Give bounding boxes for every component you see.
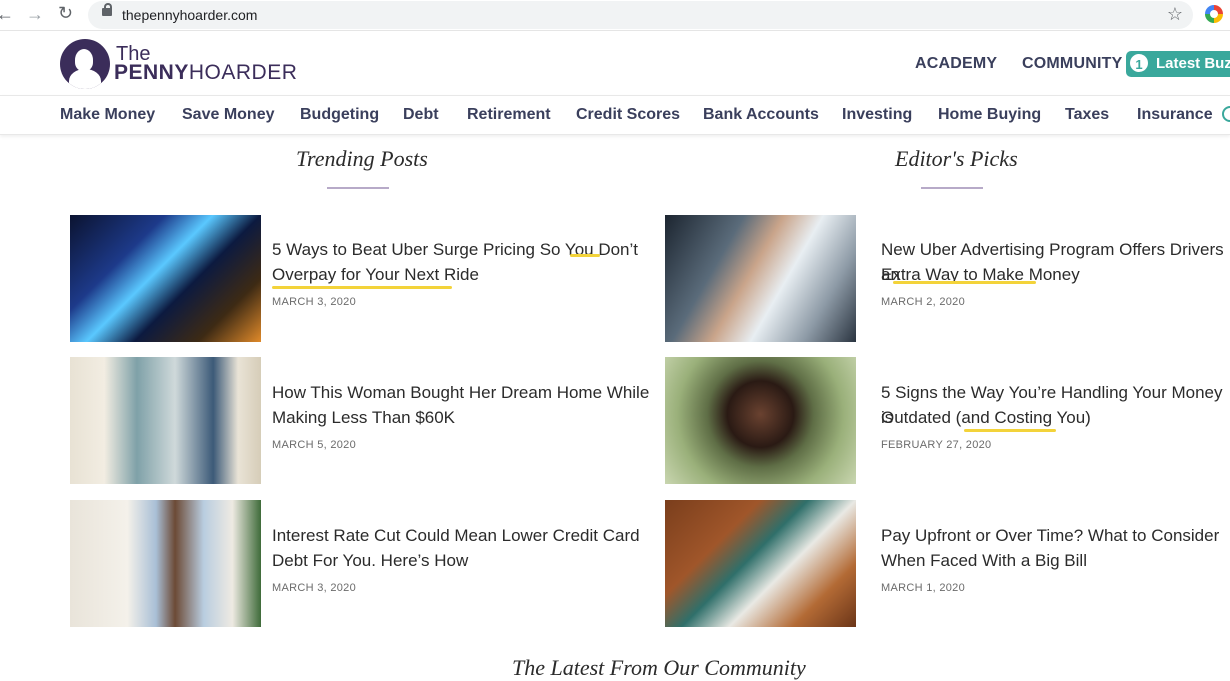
article-thumbnail[interactable] <box>70 500 261 627</box>
address-bar[interactable]: thepennyhoarder.com ☆ <box>88 1 1193 29</box>
buzz-label: Latest Buzz <box>1156 55 1230 72</box>
cat-bank-accounts[interactable]: Bank Accounts <box>703 106 819 124</box>
logo-portrait-icon[interactable] <box>60 39 110 89</box>
trending-divider <box>327 187 389 189</box>
logo-penny: PENNY <box>114 61 189 84</box>
latest-buzz-button[interactable]: 1 Latest Buzz <box>1126 51 1230 77</box>
buzz-count-badge: 1 <box>1130 54 1148 72</box>
article-title-line2[interactable]: When Faced With a Big Bill <box>881 548 1087 573</box>
cat-make-money[interactable]: Make Money <box>60 106 155 124</box>
article-title-line1[interactable]: 5 Ways to Beat Uber Surge Pricing So You… <box>272 237 638 262</box>
reload-icon[interactable]: ↻ <box>58 3 73 24</box>
cat-investing[interactable]: Investing <box>842 106 912 124</box>
article-title-line1[interactable]: How This Woman Bought Her Dream Home Whi… <box>272 380 649 405</box>
article-title-line2[interactable]: Overpay for Your Next Ride <box>272 262 479 287</box>
article-thumbnail[interactable] <box>665 500 856 627</box>
community-section-title: The Latest From Our Community <box>512 655 806 680</box>
article-thumbnail[interactable] <box>70 215 261 342</box>
category-nav: Make Money Save Money Budgeting Debt Ret… <box>0 95 1230 135</box>
nav-community[interactable]: COMMUNITY <box>1022 55 1122 73</box>
article-date: FEBRUARY 27, 2020 <box>881 439 992 451</box>
article-thumbnail[interactable] <box>665 357 856 484</box>
trending-posts-title: Trending Posts <box>296 146 428 171</box>
cat-home-buying[interactable]: Home Buying <box>938 106 1041 124</box>
site-header: The PENNYHOARDER ACADEMY COMMUNITY 1 Lat… <box>0 30 1230 95</box>
cat-taxes[interactable]: Taxes <box>1065 106 1109 124</box>
editors-picks-title: Editor's Picks <box>895 146 1018 171</box>
cat-insurance[interactable]: Insurance <box>1137 106 1213 124</box>
browser-toolbar: ← → ↻ thepennyhoarder.com ☆ <box>0 0 1230 30</box>
article-date: MARCH 3, 2020 <box>272 296 356 308</box>
cat-credit-scores[interactable]: Credit Scores <box>576 106 680 124</box>
editors-divider <box>921 187 983 189</box>
cat-retirement[interactable]: Retirement <box>467 106 551 124</box>
article-title-line2[interactable]: Making Less Than $60K <box>272 405 455 430</box>
nav-academy[interactable]: ACADEMY <box>915 55 997 73</box>
article-title-line2[interactable]: Debt For You. Here’s How <box>272 548 468 573</box>
cat-debt[interactable]: Debt <box>403 106 439 124</box>
logo-hoarder: HOARDER <box>188 61 298 84</box>
highlight-underline <box>272 286 452 289</box>
extension-icon[interactable] <box>1205 5 1223 23</box>
article-date: MARCH 1, 2020 <box>881 582 965 594</box>
article-date: MARCH 2, 2020 <box>881 296 965 308</box>
article-thumbnail[interactable] <box>70 357 261 484</box>
article-date: MARCH 3, 2020 <box>272 582 356 594</box>
highlight-underline <box>964 429 1056 432</box>
forward-arrow-icon[interactable]: → <box>26 4 44 25</box>
logo-wordmark[interactable]: PENNYHOARDER <box>114 61 297 85</box>
article-title-line1[interactable]: Pay Upfront or Over Time? What to Consid… <box>881 523 1219 548</box>
back-arrow-icon[interactable]: ← <box>0 4 14 25</box>
article-date: MARCH 5, 2020 <box>272 439 356 451</box>
search-icon[interactable] <box>1222 106 1230 122</box>
lock-icon <box>102 3 112 16</box>
highlight-underline <box>893 281 1036 284</box>
article-title-line2[interactable]: Outdated (and Costing You) <box>881 405 1091 430</box>
article-thumbnail[interactable] <box>665 215 856 342</box>
cat-budgeting[interactable]: Budgeting <box>300 106 379 124</box>
highlight-underline <box>570 254 600 257</box>
cat-save-money[interactable]: Save Money <box>182 106 274 124</box>
article-title-line1[interactable]: Interest Rate Cut Could Mean Lower Credi… <box>272 523 640 548</box>
url-text: thepennyhoarder.com <box>122 7 258 23</box>
star-icon[interactable]: ☆ <box>1167 4 1183 25</box>
